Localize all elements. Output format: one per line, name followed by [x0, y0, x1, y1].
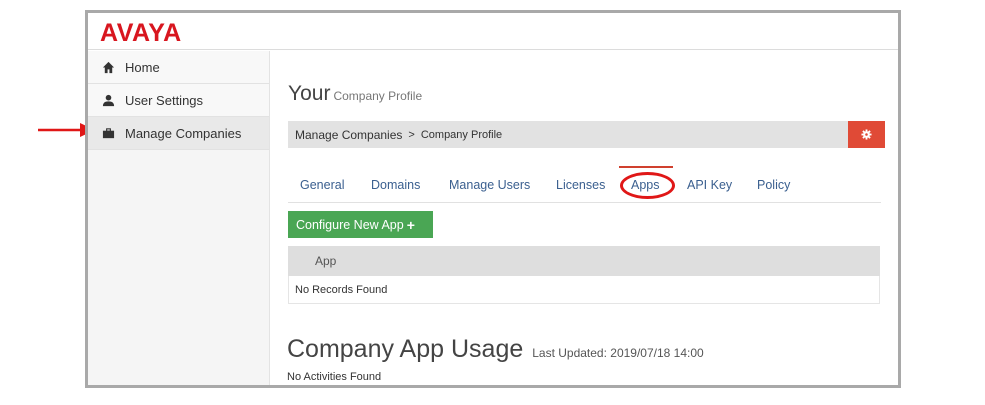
sidebar-item-home[interactable]: Home [88, 51, 269, 84]
home-icon [102, 61, 115, 73]
user-icon [102, 94, 115, 106]
breadcrumb-current: Company Profile [420, 128, 503, 141]
configure-new-app-button[interactable]: Configure New App + [288, 211, 433, 238]
sidebar: Home User Settings Manage Companies [88, 51, 270, 385]
tab-licenses[interactable]: Licenses [556, 178, 605, 192]
tab-general[interactable]: General [300, 178, 344, 192]
sidebar-item-manage-companies[interactable]: Manage Companies [88, 117, 269, 150]
usage-title: Company App Usage Last Updated: 2019/07/… [287, 335, 704, 363]
app-window: AVAYA Home User Settings Manage Companie… [85, 10, 901, 388]
apps-table-header: App [288, 246, 880, 276]
active-tab-indicator [619, 166, 673, 168]
tab-domains[interactable]: Domains [371, 178, 420, 192]
breadcrumb-separator: > [408, 128, 415, 141]
column-header-app: App [315, 254, 337, 268]
briefcase-icon [102, 127, 115, 138]
top-bar: AVAYA [88, 13, 898, 50]
settings-button[interactable] [848, 121, 885, 148]
table-row: No Records Found [288, 276, 880, 304]
breadcrumb-root[interactable]: Manage Companies [295, 128, 402, 142]
breadcrumb: Manage Companies > Company Profile [288, 121, 848, 148]
last-updated: Last Updated: 2019/07/18 14:00 [532, 346, 704, 360]
gear-icon [861, 129, 872, 140]
page-subtitle: Company Profile [333, 89, 423, 103]
annotation-circle [620, 172, 675, 199]
page-title: Your Company Profile [288, 82, 423, 105]
tab-manage-users[interactable]: Manage Users [449, 178, 530, 192]
tab-bar: General Domains Manage Users Licenses Ap… [288, 166, 881, 203]
empty-records-text: No Records Found [295, 283, 388, 296]
sidebar-item-label: Manage Companies [125, 125, 242, 141]
tab-api-key[interactable]: API Key [687, 178, 732, 192]
empty-activities-text: No Activities Found [287, 371, 382, 383]
avaya-logo: AVAYA [100, 19, 182, 47]
sidebar-item-user-settings[interactable]: User Settings [88, 84, 269, 117]
sidebar-item-label: Home [125, 59, 160, 75]
plus-icon: + [406, 216, 415, 233]
sidebar-item-label: User Settings [125, 92, 204, 108]
main-content: Your Company Profile Manage Companies > C… [271, 51, 898, 385]
tab-policy[interactable]: Policy [757, 178, 790, 192]
